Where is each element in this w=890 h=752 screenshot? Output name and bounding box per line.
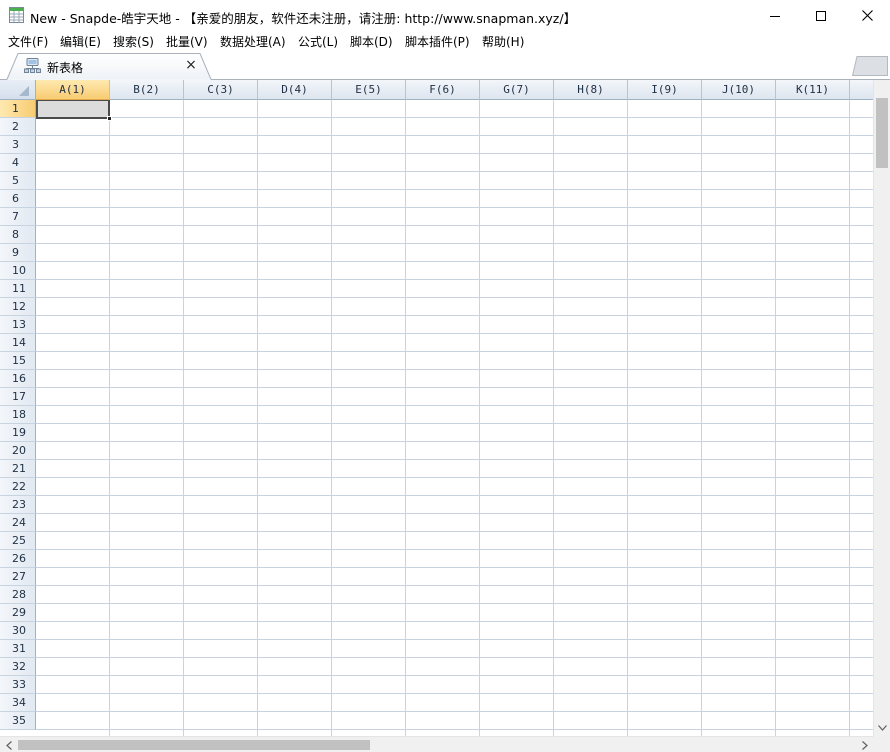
menu-batch[interactable]: 批量(V)	[166, 33, 208, 50]
cell-area[interactable]	[36, 100, 873, 736]
row-header[interactable]: 26	[0, 550, 36, 568]
minimize-icon	[770, 15, 780, 17]
menu-edit[interactable]: 编辑(E)	[60, 33, 101, 50]
menu-file[interactable]: 文件(F)	[8, 33, 48, 50]
row-header[interactable]: 14	[0, 334, 36, 352]
row-header[interactable]: 30	[0, 622, 36, 640]
column-header[interactable]: G(7)	[480, 80, 554, 100]
close-window-button[interactable]	[844, 0, 890, 31]
network-sheet-icon	[24, 58, 41, 73]
maximize-icon	[816, 10, 826, 21]
row-header[interactable]: 7	[0, 208, 36, 226]
menu-script-plugin[interactable]: 脚本插件(P)	[405, 33, 470, 50]
row-header[interactable]: 23	[0, 496, 36, 514]
app-icon	[9, 7, 24, 23]
row-header[interactable]: 8	[0, 226, 36, 244]
row-headers: 1 2 3 4 5 6 7 8 9 10 11 12 13 14 15 16 1…	[0, 100, 36, 730]
scrollbar-corner	[873, 736, 890, 752]
scroll-right-button[interactable]	[856, 737, 873, 752]
select-all-icon	[19, 86, 29, 96]
row-header[interactable]: 34	[0, 694, 36, 712]
menu-script[interactable]: 脚本(D)	[350, 33, 393, 50]
row-header[interactable]: 21	[0, 460, 36, 478]
column-header[interactable]: H(8)	[554, 80, 628, 100]
chevron-right-icon	[861, 740, 868, 750]
select-all-corner[interactable]	[0, 80, 36, 100]
vertical-scroll-thumb[interactable]	[876, 98, 888, 168]
menu-help[interactable]: 帮助(H)	[482, 33, 524, 50]
chevron-down-icon	[878, 724, 887, 731]
new-tab-button[interactable]	[852, 56, 888, 76]
spreadsheet-grid[interactable]: A(1) B(2) C(3) D(4) E(5) F(6) G(7) H(8) …	[0, 80, 873, 736]
row-header[interactable]: 15	[0, 352, 36, 370]
minimize-button[interactable]	[752, 0, 798, 31]
maximize-button[interactable]	[798, 0, 844, 31]
row-header[interactable]: 20	[0, 442, 36, 460]
column-header[interactable]: F(6)	[406, 80, 480, 100]
scroll-left-button[interactable]	[0, 737, 17, 752]
column-header[interactable]: B(2)	[110, 80, 184, 100]
horizontal-scrollbar[interactable]	[0, 736, 873, 752]
column-header[interactable]: A(1)	[36, 80, 110, 100]
column-header[interactable]: K(11)	[776, 80, 850, 100]
row-header[interactable]: 18	[0, 406, 36, 424]
row-header[interactable]: 17	[0, 388, 36, 406]
row-header[interactable]: 6	[0, 190, 36, 208]
column-headers: A(1) B(2) C(3) D(4) E(5) F(6) G(7) H(8) …	[36, 80, 873, 100]
column-header[interactable]: J(10)	[702, 80, 776, 100]
row-header[interactable]: 31	[0, 640, 36, 658]
row-header[interactable]: 1	[0, 100, 36, 118]
row-header[interactable]: 12	[0, 298, 36, 316]
menu-formula[interactable]: 公式(L)	[298, 33, 338, 50]
active-cell-a1[interactable]	[36, 99, 112, 121]
row-header[interactable]: 28	[0, 586, 36, 604]
tab-strip: 新表格 ×	[0, 51, 890, 81]
row-header[interactable]: 9	[0, 244, 36, 262]
row-header[interactable]: 4	[0, 154, 36, 172]
row-header[interactable]: 35	[0, 712, 36, 730]
column-header[interactable]: I(9)	[628, 80, 702, 100]
row-header[interactable]: 22	[0, 478, 36, 496]
chevron-left-icon	[5, 740, 12, 750]
tab-label: 新表格	[47, 61, 84, 75]
row-header[interactable]: 16	[0, 370, 36, 388]
tab-close-icon[interactable]: ×	[184, 57, 198, 73]
column-header[interactable]: L	[850, 80, 873, 100]
row-header[interactable]: 25	[0, 532, 36, 550]
row-header[interactable]: 11	[0, 280, 36, 298]
row-header[interactable]: 2	[0, 118, 36, 136]
menu-search[interactable]: 搜索(S)	[113, 33, 154, 50]
horizontal-scroll-thumb[interactable]	[18, 740, 370, 750]
menu-bar: 文件(F) 编辑(E) 搜索(S) 批量(V) 数据处理(A) 公式(L) 脚本…	[0, 31, 890, 51]
menu-data-process[interactable]: 数据处理(A)	[220, 33, 286, 50]
column-header[interactable]: E(5)	[332, 80, 406, 100]
row-header[interactable]: 5	[0, 172, 36, 190]
scroll-down-button[interactable]	[874, 719, 890, 736]
fill-handle[interactable]	[107, 116, 112, 121]
row-header[interactable]: 29	[0, 604, 36, 622]
column-header[interactable]: C(3)	[184, 80, 258, 100]
row-header[interactable]: 27	[0, 568, 36, 586]
row-header[interactable]: 33	[0, 676, 36, 694]
vertical-scrollbar[interactable]	[873, 80, 890, 736]
window-title: New - Snapde-皓宇天地 - 【亲爱的朋友，软件还未注册，请注册: h…	[30, 11, 577, 26]
row-header[interactable]: 24	[0, 514, 36, 532]
row-header[interactable]: 19	[0, 424, 36, 442]
row-header[interactable]: 3	[0, 136, 36, 154]
title-bar: New - Snapde-皓宇天地 - 【亲爱的朋友，软件还未注册，请注册: h…	[0, 0, 890, 31]
row-header[interactable]: 10	[0, 262, 36, 280]
close-icon	[861, 10, 873, 21]
tab-new-sheet[interactable]: 新表格 ×	[6, 52, 212, 81]
column-header[interactable]: D(4)	[258, 80, 332, 100]
row-header[interactable]: 13	[0, 316, 36, 334]
row-header[interactable]: 32	[0, 658, 36, 676]
